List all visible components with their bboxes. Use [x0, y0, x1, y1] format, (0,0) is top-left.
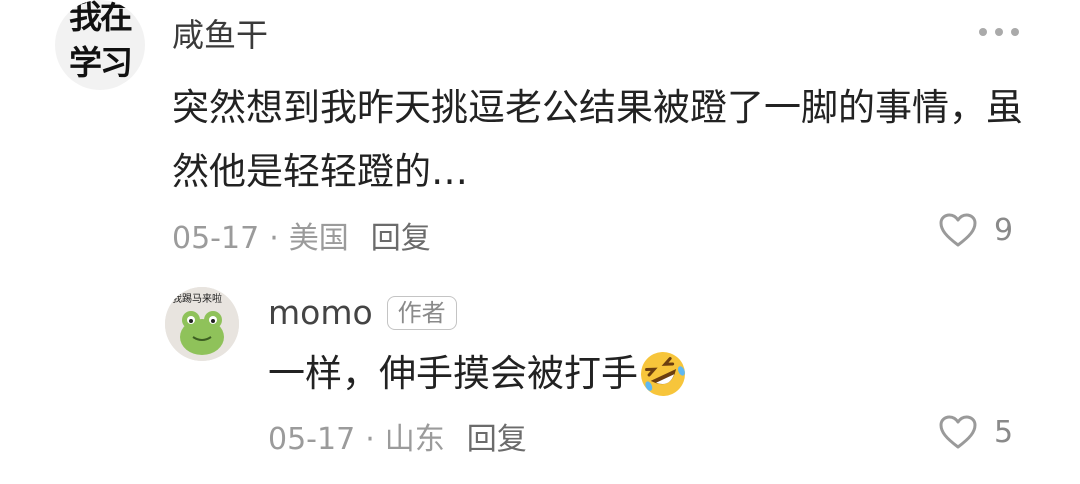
avatar-tag-text: 我踢马来啦 — [172, 294, 222, 305]
reply-location: 山东 — [384, 422, 445, 457]
reply-avatar[interactable]: 我踢马来啦 — [165, 287, 239, 361]
reply-like-button[interactable]: 5 — [938, 414, 1013, 450]
reply-like-count: 5 — [994, 414, 1014, 450]
like-button[interactable]: 9 — [938, 212, 1013, 248]
comment-location: 美国 — [288, 221, 349, 256]
author-badge: 作者 — [386, 295, 457, 330]
reply-reply-button[interactable]: 回复 — [467, 422, 527, 457]
like-count: 9 — [994, 212, 1014, 248]
reply-date: 05-17 — [268, 422, 356, 457]
comment-text: 突然想到我昨天挑逗老公结果被蹬了一脚的事情，虽然他是轻轻蹬的… — [172, 86, 1023, 193]
reply-text-row: 一样，伸手摸会被打手 — [268, 346, 688, 402]
reply-username-row: momo 作者 — [268, 293, 457, 332]
avatar-logo-text: 我在学习 — [69, 0, 133, 82]
meta-separator: · — [269, 221, 279, 256]
rolling-laughing-emoji-icon — [641, 352, 685, 396]
comment-meta: 05-17 · 美国 回复 — [172, 213, 431, 257]
heart-outline-icon — [939, 415, 977, 449]
comment-date: 05-17 — [172, 221, 260, 256]
reply-username[interactable]: momo — [268, 293, 373, 332]
reply-button[interactable]: 回复 — [371, 221, 431, 256]
reply-meta: 05-17 · 山东 回复 — [268, 414, 527, 458]
commenter-avatar[interactable]: 我在学习 — [55, 0, 145, 90]
more-dots-icon[interactable] — [975, 22, 1023, 42]
meta-separator: · — [365, 422, 375, 457]
reply-text: 一样，伸手摸会被打手 — [268, 352, 638, 395]
commenter-username[interactable]: 咸鱼干 — [172, 10, 268, 56]
heart-outline-icon — [939, 213, 977, 247]
